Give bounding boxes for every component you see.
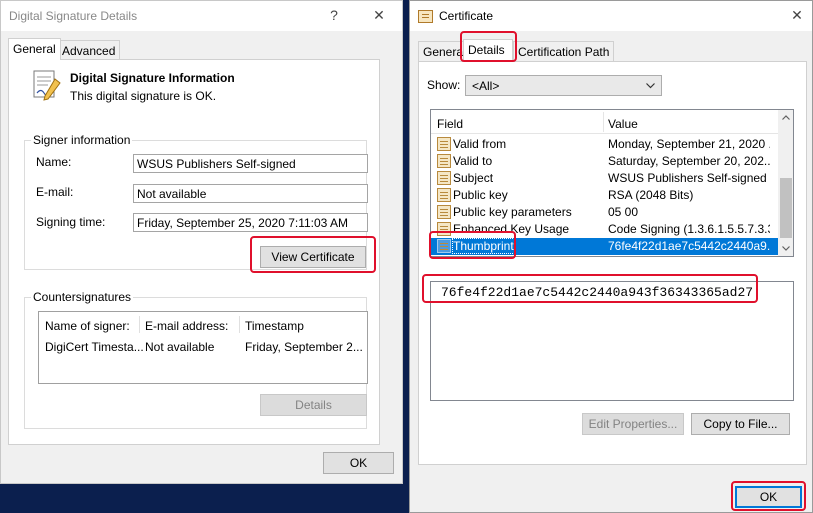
certificate-field-icon <box>437 171 451 185</box>
row-field-label: Enhanced Key Usage <box>453 222 570 236</box>
show-label: Show: <box>427 78 461 92</box>
row-field-label: Public key <box>453 188 508 202</box>
show-dropdown[interactable]: <All> <box>465 75 662 96</box>
view-certificate-button[interactable]: View Certificate <box>260 246 366 268</box>
certificate-icon <box>418 10 433 23</box>
row-field-label: Thumbprint <box>452 238 515 254</box>
column-header-field[interactable]: Field <box>437 117 463 131</box>
tab-certification-path[interactable]: Certification Path <box>513 41 615 61</box>
certificate-field-icon <box>437 205 451 219</box>
list-item-selected[interactable]: Thumbprint 76fe4f22d1ae7c5442c2440a9... <box>431 238 778 255</box>
countersignatures-title: Countersignatures <box>31 290 134 304</box>
list-header: Field Value <box>431 110 778 134</box>
edit-properties-button[interactable]: Edit Properties... <box>582 413 684 435</box>
signature-document-icon <box>33 70 61 101</box>
left-ok-button[interactable]: OK <box>323 452 394 474</box>
details-tab-panel: Show: <All> Field Value Valid from Monday… <box>418 61 807 465</box>
details-button[interactable]: Details <box>260 394 367 416</box>
certificate-fields-list[interactable]: Field Value Valid from Monday, September … <box>430 109 794 257</box>
certificate-field-icon <box>437 239 451 253</box>
column-divider <box>603 112 604 132</box>
row-field-value: Monday, September 21, 2020 ... <box>608 137 770 151</box>
row-field-value: RSA (2048 Bits) <box>608 188 694 202</box>
signing-time-label: Signing time: <box>36 215 106 229</box>
row-field-value: Saturday, September 20, 202... <box>608 154 770 168</box>
close-icon[interactable]: ✕ <box>786 5 808 25</box>
list-scrollbar[interactable] <box>778 110 793 256</box>
cell-signer: DigiCert Timesta... <box>45 340 144 354</box>
list-item[interactable]: Enhanced Key Usage Code Signing (1.3.6.1.… <box>431 221 778 238</box>
cell-email: Not available <box>145 340 215 354</box>
scroll-down-icon[interactable] <box>782 246 790 251</box>
general-tab-panel: Digital Signature Information This digit… <box>8 59 380 445</box>
thumbprint-value: 76fe4f22d1ae7c5442c2440a943f36343365ad27 <box>441 285 754 300</box>
certificate-field-icon <box>437 137 451 151</box>
row-field-label: Public key parameters <box>453 205 572 219</box>
row-field-value: Code Signing (1.3.6.1.5.5.7.3.3) <box>608 222 770 236</box>
column-header-signer[interactable]: Name of signer: <box>45 319 130 333</box>
column-header-email[interactable]: E-mail address: <box>145 319 228 333</box>
column-divider <box>239 316 240 333</box>
list-item[interactable]: Valid to Saturday, September 20, 202... <box>431 153 778 170</box>
column-divider <box>139 316 140 333</box>
field-detail-textbox[interactable]: 76fe4f22d1ae7c5442c2440a943f36343365ad27 <box>430 281 794 401</box>
help-icon[interactable]: ? <box>323 5 345 25</box>
right-ok-button[interactable]: OK <box>735 486 802 508</box>
scrollbar-thumb[interactable] <box>780 178 792 238</box>
table-row[interactable]: DigiCert Timesta... Not available Friday… <box>39 337 367 354</box>
signer-email-field[interactable]: Not available <box>133 184 368 203</box>
left-window-title: Digital Signature Details <box>9 9 138 23</box>
certificate-window: Certificate ✕ General Details Certificat… <box>409 0 813 513</box>
column-header-timestamp[interactable]: Timestamp <box>245 319 304 333</box>
tab-general[interactable]: General <box>8 38 61 60</box>
row-field-label: Valid from <box>453 137 507 151</box>
tab-details[interactable]: Details <box>463 39 513 61</box>
signer-info-title: Signer information <box>31 133 133 147</box>
scroll-up-icon[interactable] <box>782 115 790 120</box>
tab-advanced[interactable]: Advanced <box>57 40 121 60</box>
row-field-value: 05 00 <box>608 205 639 219</box>
signature-details-window: Digital Signature Details ? ✕ General Ad… <box>0 0 403 484</box>
list-item[interactable]: Public key parameters 05 00 <box>431 204 778 221</box>
column-header-value[interactable]: Value <box>608 117 638 131</box>
email-label: E-mail: <box>36 185 74 199</box>
info-status: This digital signature is OK. <box>70 89 217 103</box>
right-window-title: Certificate <box>439 9 494 23</box>
row-field-label: Valid to <box>453 154 493 168</box>
show-dropdown-value: <All> <box>472 79 500 93</box>
certificate-field-icon <box>437 188 451 202</box>
list-body: Valid from Monday, September 21, 2020 ...… <box>431 135 778 256</box>
signer-name-field[interactable]: WSUS Publishers Self-signed <box>133 154 368 173</box>
right-titlebar[interactable]: Certificate ✕ <box>410 1 812 31</box>
certificate-field-icon <box>437 154 451 168</box>
row-field-value: WSUS Publishers Self-signed <box>608 171 767 185</box>
row-field-label: Subject <box>453 171 494 185</box>
list-item[interactable]: Valid from Monday, September 21, 2020 ... <box>431 136 778 153</box>
chevron-down-icon <box>646 83 655 89</box>
left-titlebar[interactable]: Digital Signature Details ? ✕ <box>1 1 402 31</box>
list-item[interactable]: Public key RSA (2048 Bits) <box>431 187 778 204</box>
certificate-field-icon <box>437 222 451 236</box>
row-field-value: 76fe4f22d1ae7c5442c2440a9... <box>608 239 770 253</box>
cell-timestamp: Friday, September 2... <box>245 340 363 354</box>
close-icon[interactable]: ✕ <box>368 5 390 25</box>
signing-time-field[interactable]: Friday, September 25, 2020 7:11:03 AM <box>133 213 368 232</box>
tab-general[interactable]: General <box>418 41 464 61</box>
list-item[interactable]: Subject WSUS Publishers Self-signed <box>431 170 778 187</box>
name-label: Name: <box>36 155 72 169</box>
info-heading: Digital Signature Information <box>70 71 235 85</box>
copy-to-file-button[interactable]: Copy to File... <box>691 413 790 435</box>
countersignatures-list[interactable]: Name of signer: E-mail address: Timestam… <box>38 311 368 384</box>
